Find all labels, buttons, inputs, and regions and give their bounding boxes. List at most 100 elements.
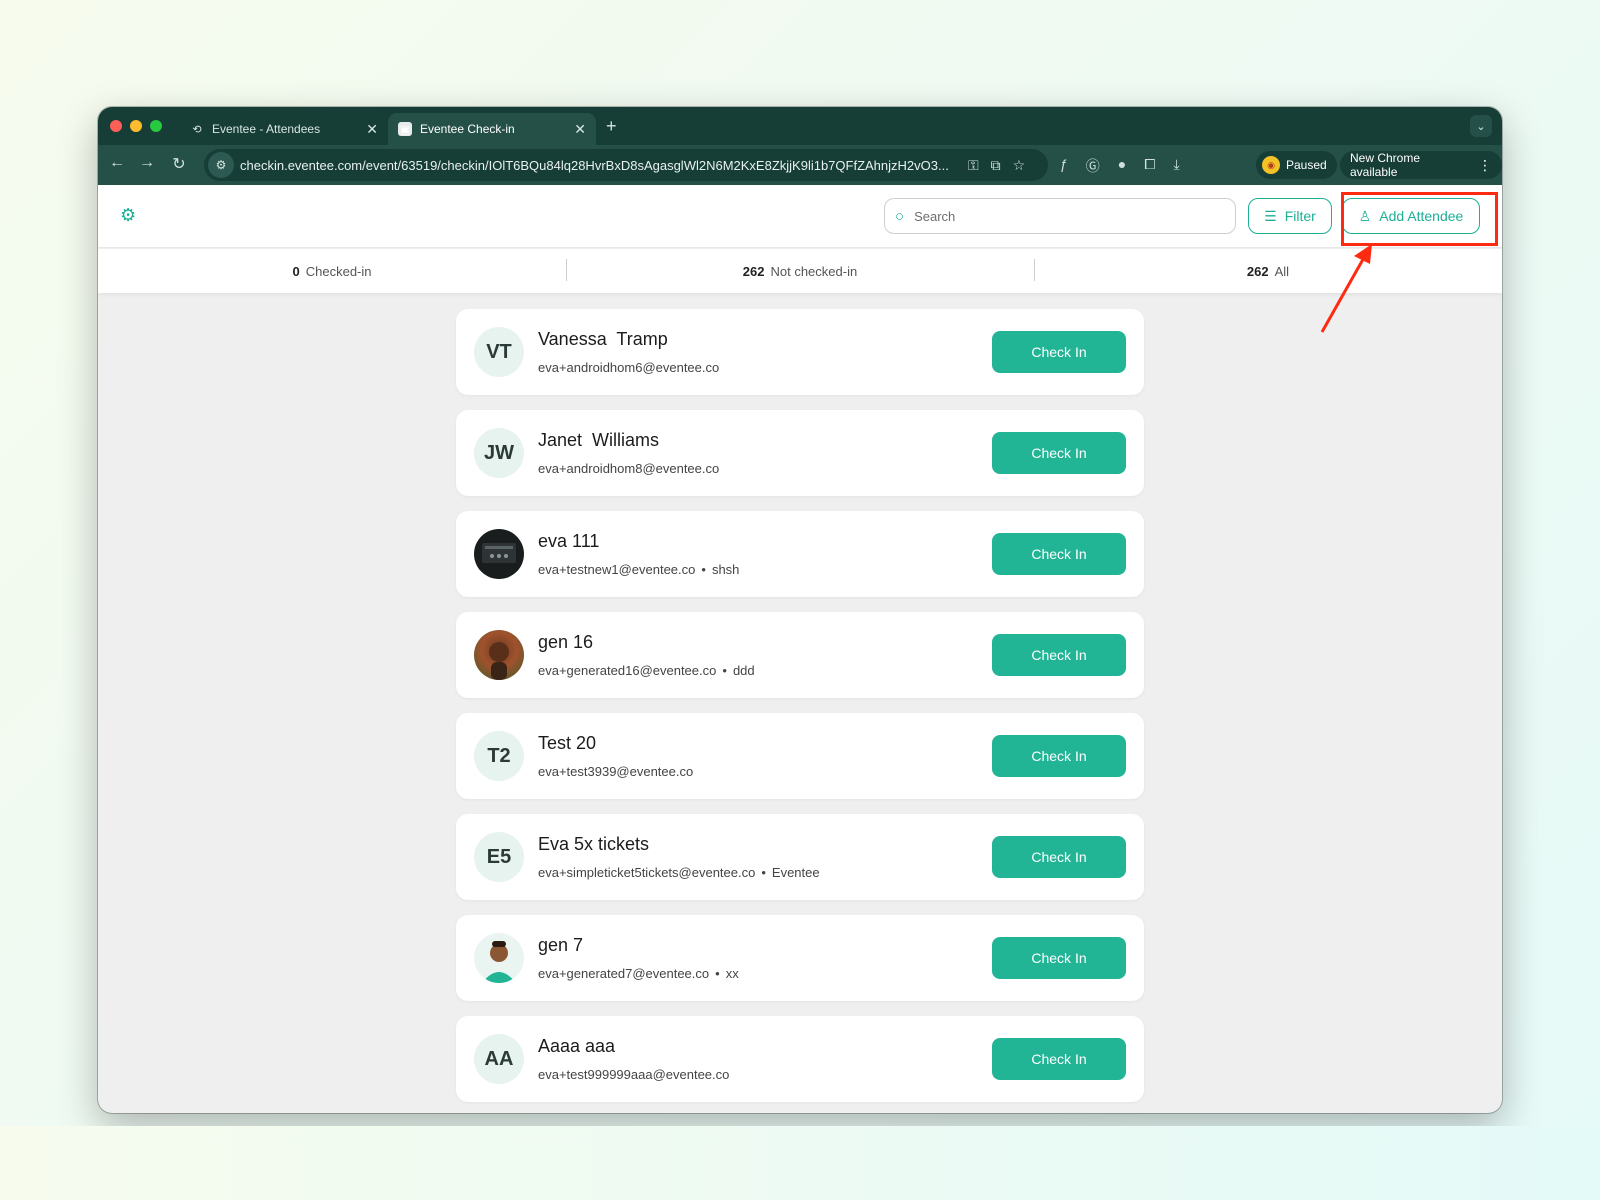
search-icon: ○ [895,207,905,225]
check-in-button[interactable]: Check In [992,331,1126,373]
drop-extension-icon[interactable]: ● [1118,156,1126,176]
bullet-separator: • [722,663,727,678]
minimize-window-button[interactable] [130,120,142,132]
bullet-separator: • [701,562,706,577]
update-chrome-button[interactable]: New Chrome available ⋮ [1340,151,1502,179]
email-text: eva+generated7@eventee.co [538,966,710,981]
new-tab-button[interactable]: + [606,116,617,137]
app-header: ⚙ ○ Search ☰ Filter ♙ Add Attendee [98,185,1502,248]
browser-window: ⟲ Eventee - Attendees ✕ ▣ Eventee Check-… [98,107,1502,1113]
attendee-card: AA Aaaa aaa eva+test999999aaa@eventee.co… [456,1016,1144,1102]
url-text[interactable]: checkin.eventee.com/event/63519/checkin/… [240,158,956,173]
stat-not-checked-in[interactable]: 262 Not checked-in [566,249,1034,293]
email-text: eva+simpleticket5tickets@eventee.co [538,865,756,880]
address-bar[interactable]: ⚙ checkin.eventee.com/event/63519/checki… [204,149,1048,181]
attendee-extra: xx [725,966,739,981]
attendee-name: Vanessa Tramp [538,329,668,349]
check-in-button[interactable]: Check In [992,533,1126,575]
settings-gear-icon[interactable]: ⚙ [120,205,136,226]
stat-count: 262 [1246,263,1269,279]
email-text: eva+test3939@eventee.co [538,764,694,779]
stat-label: All [1274,263,1290,279]
puzzle-extensions-icon[interactable]: ⧠ [1144,156,1155,176]
kebab-menu-icon[interactable]: ⋮ [1478,157,1492,174]
tab-eventee-checkin[interactable]: ▣ Eventee Check-in ✕ [388,113,596,145]
stat-checked-in[interactable]: 0 Checked-in [98,249,566,293]
avatar: T2 [474,731,524,781]
attendee-card: eva 111 eva+testnew1@eventee.co • shsh Che… [456,511,1144,597]
close-tab-icon[interactable]: ✕ [366,121,378,138]
avatar: AA [474,1034,524,1084]
tab-title: Eventee - Attendees [212,122,321,136]
check-in-button[interactable]: Check In [992,432,1126,474]
maximize-window-button[interactable] [150,120,162,132]
email-text: eva+androidhom8@eventee.co [538,461,720,476]
install-app-icon[interactable]: ⧉ [991,157,1001,174]
attendee-email: eva+test3939@eventee.co [538,764,693,779]
update-label: New Chrome available [1350,151,1421,179]
attendee-name: Test 20 [538,733,597,753]
reload-icon[interactable]: ↻ [168,154,190,174]
avatar: JW [474,428,524,478]
avatar-photo [474,630,524,680]
extensions-row: ƒ Ⓖ ● ⧠ ⤓ [1060,156,1180,176]
eventee-favicon-icon: ⟲ [192,123,202,136]
function-extension-icon[interactable]: ƒ [1060,156,1068,176]
check-in-button[interactable]: Check In [992,735,1126,777]
email-text: eva+generated16@eventee.co [538,663,717,678]
attendee-name: Aaaa aaa [538,1036,616,1056]
site-settings-icon[interactable]: ⚙ [208,152,234,178]
attendee-card: gen 7 eva+generated7@eventee.co • xx Check… [456,915,1144,1001]
check-in-button[interactable]: Check In [992,634,1126,676]
attendee-email: eva+test999999aaa@eventee.co [538,1067,729,1082]
stat-count: 262 [742,263,765,279]
bookmark-star-icon[interactable]: ☆ [1013,157,1026,174]
password-key-icon[interactable]: ⚿ [968,157,979,174]
attendee-email: eva+generated16@eventee.co • ddd [538,663,755,678]
search-placeholder: Search [914,208,956,224]
checkin-stats: 0 Checked-in 262 Not checked-in 262 All [98,249,1502,293]
grammarly-extension-icon[interactable]: Ⓖ [1086,156,1100,176]
close-window-button[interactable] [110,120,122,132]
attendee-card: E5 Eva 5x tickets eva+simpleticket5ticke… [456,814,1144,900]
filter-button[interactable]: ☰ Filter [1248,198,1332,234]
avatar-photo [474,529,524,579]
attendee-email: eva+generated7@eventee.co • xx [538,966,739,981]
attendee-name: gen 16 [538,632,594,652]
back-arrow-icon[interactable]: ← [106,154,128,172]
tab-eventee-attendees[interactable]: ⟲ Eventee - Attendees ✕ [180,113,388,145]
email-text: eva+androidhom6@eventee.co [538,360,720,375]
search-input[interactable]: ○ Search [884,198,1236,234]
attendee-extra: ddd [732,663,755,678]
stat-all[interactable]: 262 All [1034,249,1502,293]
tab-title: Eventee Check-in [420,122,515,136]
attendee-card: VT Vanessa Tramp eva+androidhom6@eventee… [456,309,1144,395]
email-text: eva+testnew1@eventee.co [538,562,696,577]
attendee-email: eva+androidhom6@eventee.co [538,360,719,375]
attendee-name: Eva 5x tickets [538,834,650,854]
tab-bar: ⟲ Eventee - Attendees ✕ ▣ Eventee Check-… [98,107,1502,145]
attendee-list: VT Vanessa Tramp eva+androidhom6@eventee… [456,309,1144,1113]
attendee-extra: shsh [711,562,740,577]
profile-button[interactable]: ◉ Paused [1256,151,1337,179]
attendee-email: eva+testnew1@eventee.co • shsh [538,562,739,577]
page-background [0,1126,1600,1200]
stat-label: Not checked-in [770,263,858,279]
filter-label: Filter [1284,208,1316,224]
attendee-name: eva 111 [538,531,600,551]
check-in-button[interactable]: Check In [992,836,1126,878]
check-in-button[interactable]: Check In [992,1038,1126,1080]
check-in-button[interactable]: Check In [992,937,1126,979]
attendee-card: gen 16 eva+generated16@eventee.co • ddd Ch… [456,612,1144,698]
stat-label: Checked-in [305,263,372,279]
filter-icon: ☰ [1264,207,1277,224]
forward-arrow-icon[interactable]: → [136,154,158,172]
avatar-photo [474,933,524,983]
tab-search-button[interactable]: ⌄ [1470,115,1492,137]
avatar: VT [474,327,524,377]
attendee-card: JW Janet Williams eva+androidhom8@evente… [456,410,1144,496]
attendee-email: eva+simpleticket5tickets@eventee.co • Even… [538,865,820,880]
close-tab-icon[interactable]: ✕ [574,121,586,138]
bullet-separator: • [715,966,720,981]
download-icon[interactable]: ⤓ [1173,156,1179,176]
